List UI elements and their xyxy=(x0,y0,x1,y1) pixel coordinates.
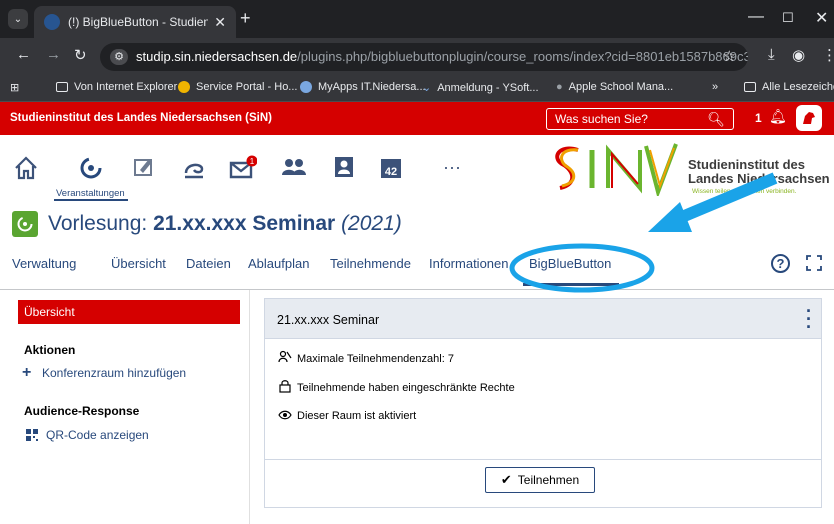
highlight-ellipse xyxy=(509,243,655,293)
annotation-overlay xyxy=(509,172,778,293)
highlight-arrow-shaft xyxy=(667,172,778,228)
highlight-arrow-head xyxy=(648,202,692,232)
